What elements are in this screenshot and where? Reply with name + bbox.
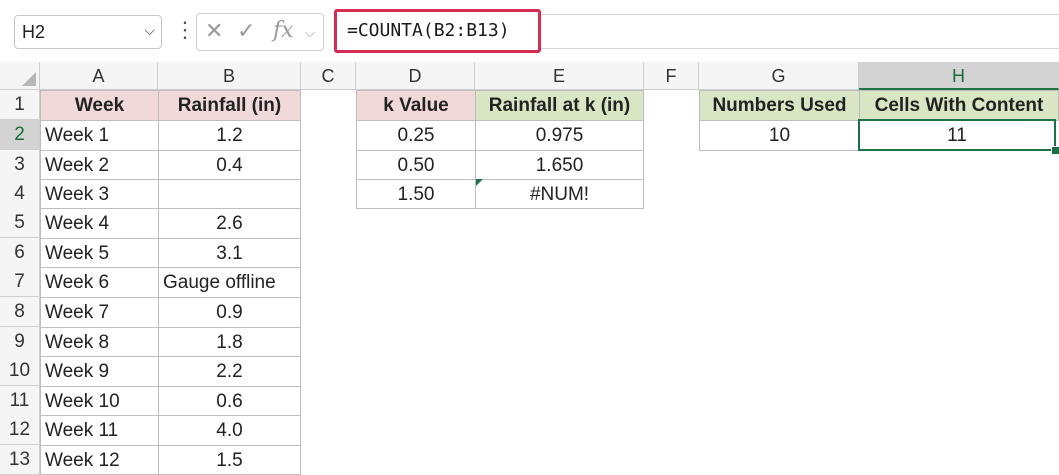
k-value-cell[interactable]: 0.25 — [356, 120, 476, 151]
row-header-1[interactable]: 1 — [0, 90, 40, 120]
header-cells-with-content[interactable]: Cells With Content — [859, 90, 1059, 121]
rainfall-at-k-cell[interactable]: 0.975 — [475, 120, 644, 151]
name-box-value: H2 — [22, 22, 46, 42]
week-cell[interactable]: Week 4 — [40, 208, 159, 239]
formula-buttons: ✕ ✓ fx ⌵ — [196, 13, 324, 51]
rainfall-cell[interactable]: 0.6 — [158, 386, 301, 416]
column-header-d[interactable]: D — [356, 62, 475, 90]
formula-bar-extension[interactable] — [541, 14, 1059, 49]
week-cell[interactable]: Week 7 — [40, 297, 159, 328]
header-rainfall[interactable]: Rainfall (in) — [158, 90, 301, 121]
column-header-h[interactable]: H — [859, 62, 1059, 90]
row-header-2[interactable]: 2 — [0, 120, 40, 150]
select-all-corner[interactable] — [0, 62, 40, 90]
name-box[interactable]: H2 ⌵ — [14, 15, 162, 49]
rainfall-cell[interactable]: Gauge offline — [158, 267, 301, 298]
select-all-triangle-icon — [22, 72, 36, 86]
column-header-a[interactable]: A — [40, 62, 158, 90]
formula-bar-area: H2 ⌵ ⋮ ✕ ✓ fx ⌵ =COUNTA(B2:B13) — [0, 0, 1059, 62]
week-cell[interactable]: Week 11 — [40, 415, 159, 446]
column-header-c[interactable]: C — [301, 62, 356, 90]
row-header-7[interactable]: 7 — [0, 267, 40, 297]
week-cell[interactable]: Week 2 — [40, 150, 159, 180]
rainfall-cell[interactable]: 0.9 — [158, 297, 301, 328]
rainfall-cell[interactable]: 4.0 — [158, 415, 301, 446]
rainfall-cell[interactable]: 0.4 — [158, 150, 301, 180]
row-header-5[interactable]: 5 — [0, 208, 40, 238]
header-rainfall-at-k[interactable]: Rainfall at k (in) — [475, 90, 644, 121]
week-cell[interactable]: Week 10 — [40, 386, 159, 416]
column-header-g[interactable]: G — [699, 62, 859, 90]
k-value-cell[interactable]: 0.50 — [356, 150, 476, 180]
rainfall-cell[interactable]: 2.2 — [158, 356, 301, 387]
week-cell[interactable]: Week 6 — [40, 267, 159, 298]
week-cell[interactable]: Week 12 — [40, 445, 159, 475]
header-numbers-used[interactable]: Numbers Used — [699, 90, 860, 121]
row-header-12[interactable]: 12 — [0, 415, 40, 445]
column-header-e[interactable]: E — [475, 62, 644, 90]
week-cell[interactable]: Week 1 — [40, 120, 159, 151]
row-header-13[interactable]: 13 — [0, 445, 40, 475]
header-week[interactable]: Week — [40, 90, 159, 121]
row-header-10[interactable]: 10 — [0, 356, 40, 386]
week-cell[interactable]: Week 9 — [40, 356, 159, 387]
k-value-cell[interactable]: 1.50 — [356, 179, 476, 209]
week-cell[interactable]: Week 8 — [40, 327, 159, 357]
numbers-used-value[interactable]: 10 — [699, 120, 860, 151]
header-k-value[interactable]: k Value — [356, 90, 476, 121]
row-header-11[interactable]: 11 — [0, 386, 40, 416]
column-header-f[interactable]: F — [644, 62, 699, 90]
row-header-8[interactable]: 8 — [0, 297, 40, 327]
more-options-icon[interactable]: ⋮ — [174, 16, 196, 44]
column-header-b[interactable]: B — [158, 62, 301, 90]
rainfall-cell[interactable]: 1.8 — [158, 327, 301, 357]
rainfall-at-k-cell[interactable]: #NUM! — [475, 179, 644, 209]
fill-handle[interactable] — [1051, 146, 1059, 155]
week-cell[interactable]: Week 5 — [40, 238, 159, 268]
rainfall-cell[interactable]: 1.5 — [158, 445, 301, 475]
rainfall-cell[interactable] — [158, 179, 301, 209]
rainfall-at-k-cell[interactable]: 1.650 — [475, 150, 644, 180]
rainfall-cell[interactable]: 2.6 — [158, 208, 301, 239]
chevron-down-icon[interactable]: ⌵ — [144, 22, 155, 39]
error-indicator-icon[interactable] — [476, 179, 483, 186]
enter-check-icon[interactable]: ✓ — [237, 18, 255, 44]
row-header-3[interactable]: 3 — [0, 150, 40, 180]
insert-function-icon[interactable]: fx — [273, 18, 294, 43]
cancel-icon[interactable]: ✕ — [205, 18, 223, 44]
row-header-4[interactable]: 4 — [0, 179, 40, 209]
formula-input[interactable]: =COUNTA(B2:B13) — [334, 9, 541, 53]
rainfall-cell[interactable]: 1.2 — [158, 120, 301, 151]
row-header-9[interactable]: 9 — [0, 327, 40, 357]
week-cell[interactable]: Week 3 — [40, 179, 159, 209]
rainfall-cell[interactable]: 3.1 — [158, 238, 301, 268]
chevron-down-icon[interactable]: ⌵ — [305, 25, 315, 41]
row-header-6[interactable]: 6 — [0, 238, 40, 268]
cells-with-content-value[interactable]: 11 — [858, 119, 1056, 151]
formula-text: =COUNTA(B2:B13) — [347, 20, 510, 41]
